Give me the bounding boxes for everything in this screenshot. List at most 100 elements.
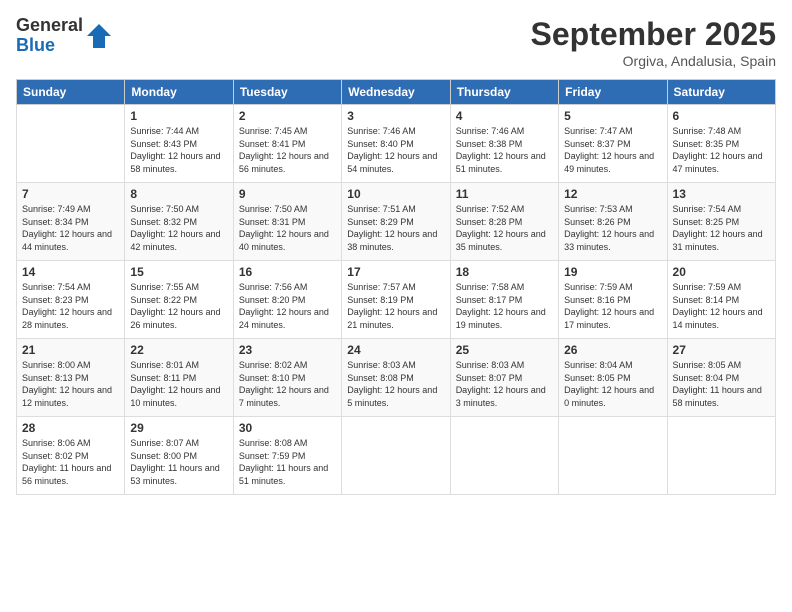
sunrise-text: Sunrise: 8:06 AM bbox=[22, 438, 91, 448]
sunrise-text: Sunrise: 7:52 AM bbox=[456, 204, 525, 214]
sunset-text: Sunset: 8:07 PM bbox=[456, 373, 523, 383]
day-info: Sunrise: 7:54 AM Sunset: 8:25 PM Dayligh… bbox=[673, 203, 770, 253]
sunset-text: Sunset: 8:31 PM bbox=[239, 217, 306, 227]
sunset-text: Sunset: 8:17 PM bbox=[456, 295, 523, 305]
sunrise-text: Sunrise: 7:59 AM bbox=[564, 282, 633, 292]
sunset-text: Sunset: 8:10 PM bbox=[239, 373, 306, 383]
day-info: Sunrise: 8:05 AM Sunset: 8:04 PM Dayligh… bbox=[673, 359, 770, 409]
sunrise-text: Sunrise: 8:02 AM bbox=[239, 360, 308, 370]
sunrise-text: Sunrise: 7:49 AM bbox=[22, 204, 91, 214]
title-block: September 2025 Orgiva, Andalusia, Spain bbox=[531, 16, 776, 69]
day-number: 18 bbox=[456, 265, 553, 279]
day-number: 7 bbox=[22, 187, 119, 201]
header: General Blue September 2025 Orgiva, Anda… bbox=[16, 16, 776, 69]
calendar-table: Sunday Monday Tuesday Wednesday Thursday… bbox=[16, 79, 776, 495]
col-wednesday: Wednesday bbox=[342, 80, 450, 105]
sunset-text: Sunset: 8:11 PM bbox=[130, 373, 196, 383]
header-row: Sunday Monday Tuesday Wednesday Thursday… bbox=[17, 80, 776, 105]
sunrise-text: Sunrise: 8:03 AM bbox=[347, 360, 416, 370]
day-info: Sunrise: 8:03 AM Sunset: 8:07 PM Dayligh… bbox=[456, 359, 553, 409]
sunset-text: Sunset: 8:32 PM bbox=[130, 217, 197, 227]
daylight-text: Daylight: 11 hours and 53 minutes. bbox=[130, 463, 219, 486]
day-info: Sunrise: 7:44 AM Sunset: 8:43 PM Dayligh… bbox=[130, 125, 227, 175]
sunrise-text: Sunrise: 8:05 AM bbox=[673, 360, 742, 370]
sunrise-text: Sunrise: 7:58 AM bbox=[456, 282, 525, 292]
sunset-text: Sunset: 8:23 PM bbox=[22, 295, 89, 305]
day-info: Sunrise: 7:47 AM Sunset: 8:37 PM Dayligh… bbox=[564, 125, 661, 175]
day-number: 5 bbox=[564, 109, 661, 123]
table-row: 8 Sunrise: 7:50 AM Sunset: 8:32 PM Dayli… bbox=[125, 183, 233, 261]
daylight-text: Daylight: 12 hours and 24 minutes. bbox=[239, 307, 329, 330]
day-number: 20 bbox=[673, 265, 770, 279]
daylight-text: Daylight: 12 hours and 35 minutes. bbox=[456, 229, 546, 252]
sunrise-text: Sunrise: 8:00 AM bbox=[22, 360, 91, 370]
table-row: 9 Sunrise: 7:50 AM Sunset: 8:31 PM Dayli… bbox=[233, 183, 341, 261]
logo-blue: Blue bbox=[16, 36, 83, 56]
table-row: 30 Sunrise: 8:08 AM Sunset: 7:59 PM Dayl… bbox=[233, 417, 341, 495]
daylight-text: Daylight: 12 hours and 40 minutes. bbox=[239, 229, 329, 252]
sunrise-text: Sunrise: 7:50 AM bbox=[130, 204, 199, 214]
table-row: 24 Sunrise: 8:03 AM Sunset: 8:08 PM Dayl… bbox=[342, 339, 450, 417]
day-number: 23 bbox=[239, 343, 336, 357]
table-row bbox=[667, 417, 775, 495]
daylight-text: Daylight: 12 hours and 17 minutes. bbox=[564, 307, 654, 330]
sunrise-text: Sunrise: 7:45 AM bbox=[239, 126, 308, 136]
daylight-text: Daylight: 12 hours and 44 minutes. bbox=[22, 229, 112, 252]
table-row: 17 Sunrise: 7:57 AM Sunset: 8:19 PM Dayl… bbox=[342, 261, 450, 339]
day-info: Sunrise: 7:45 AM Sunset: 8:41 PM Dayligh… bbox=[239, 125, 336, 175]
day-info: Sunrise: 7:46 AM Sunset: 8:40 PM Dayligh… bbox=[347, 125, 444, 175]
day-number: 28 bbox=[22, 421, 119, 435]
day-number: 29 bbox=[130, 421, 227, 435]
day-info: Sunrise: 7:51 AM Sunset: 8:29 PM Dayligh… bbox=[347, 203, 444, 253]
table-row: 27 Sunrise: 8:05 AM Sunset: 8:04 PM Dayl… bbox=[667, 339, 775, 417]
daylight-text: Daylight: 11 hours and 51 minutes. bbox=[239, 463, 328, 486]
day-info: Sunrise: 8:02 AM Sunset: 8:10 PM Dayligh… bbox=[239, 359, 336, 409]
sunrise-text: Sunrise: 8:04 AM bbox=[564, 360, 633, 370]
daylight-text: Daylight: 12 hours and 38 minutes. bbox=[347, 229, 437, 252]
sunset-text: Sunset: 8:29 PM bbox=[347, 217, 414, 227]
table-row: 7 Sunrise: 7:49 AM Sunset: 8:34 PM Dayli… bbox=[17, 183, 125, 261]
table-row: 29 Sunrise: 8:07 AM Sunset: 8:00 PM Dayl… bbox=[125, 417, 233, 495]
sunrise-text: Sunrise: 7:48 AM bbox=[673, 126, 742, 136]
sunset-text: Sunset: 8:38 PM bbox=[456, 139, 523, 149]
day-number: 2 bbox=[239, 109, 336, 123]
day-number: 30 bbox=[239, 421, 336, 435]
day-info: Sunrise: 7:52 AM Sunset: 8:28 PM Dayligh… bbox=[456, 203, 553, 253]
sunrise-text: Sunrise: 7:56 AM bbox=[239, 282, 308, 292]
logo-general: General bbox=[16, 16, 83, 36]
sunset-text: Sunset: 8:43 PM bbox=[130, 139, 197, 149]
day-number: 3 bbox=[347, 109, 444, 123]
sunset-text: Sunset: 8:13 PM bbox=[22, 373, 89, 383]
day-info: Sunrise: 8:07 AM Sunset: 8:00 PM Dayligh… bbox=[130, 437, 227, 487]
day-number: 10 bbox=[347, 187, 444, 201]
sunrise-text: Sunrise: 8:08 AM bbox=[239, 438, 308, 448]
day-info: Sunrise: 8:03 AM Sunset: 8:08 PM Dayligh… bbox=[347, 359, 444, 409]
day-number: 9 bbox=[239, 187, 336, 201]
day-number: 25 bbox=[456, 343, 553, 357]
sunset-text: Sunset: 8:08 PM bbox=[347, 373, 414, 383]
day-info: Sunrise: 7:59 AM Sunset: 8:14 PM Dayligh… bbox=[673, 281, 770, 331]
sunset-text: Sunset: 8:37 PM bbox=[564, 139, 631, 149]
sunrise-text: Sunrise: 7:54 AM bbox=[673, 204, 742, 214]
day-number: 22 bbox=[130, 343, 227, 357]
table-row: 2 Sunrise: 7:45 AM Sunset: 8:41 PM Dayli… bbox=[233, 105, 341, 183]
table-row: 13 Sunrise: 7:54 AM Sunset: 8:25 PM Dayl… bbox=[667, 183, 775, 261]
daylight-text: Daylight: 12 hours and 58 minutes. bbox=[130, 151, 220, 174]
daylight-text: Daylight: 12 hours and 5 minutes. bbox=[347, 385, 437, 408]
daylight-text: Daylight: 12 hours and 26 minutes. bbox=[130, 307, 220, 330]
col-sunday: Sunday bbox=[17, 80, 125, 105]
day-info: Sunrise: 7:50 AM Sunset: 8:31 PM Dayligh… bbox=[239, 203, 336, 253]
daylight-text: Daylight: 12 hours and 49 minutes. bbox=[564, 151, 654, 174]
sunrise-text: Sunrise: 8:01 AM bbox=[130, 360, 199, 370]
day-number: 13 bbox=[673, 187, 770, 201]
col-tuesday: Tuesday bbox=[233, 80, 341, 105]
sunrise-text: Sunrise: 7:59 AM bbox=[673, 282, 742, 292]
sunset-text: Sunset: 8:40 PM bbox=[347, 139, 414, 149]
daylight-text: Daylight: 12 hours and 0 minutes. bbox=[564, 385, 654, 408]
table-row: 20 Sunrise: 7:59 AM Sunset: 8:14 PM Dayl… bbox=[667, 261, 775, 339]
day-number: 24 bbox=[347, 343, 444, 357]
table-row: 6 Sunrise: 7:48 AM Sunset: 8:35 PM Dayli… bbox=[667, 105, 775, 183]
col-thursday: Thursday bbox=[450, 80, 558, 105]
day-number: 27 bbox=[673, 343, 770, 357]
sunset-text: Sunset: 8:04 PM bbox=[673, 373, 740, 383]
